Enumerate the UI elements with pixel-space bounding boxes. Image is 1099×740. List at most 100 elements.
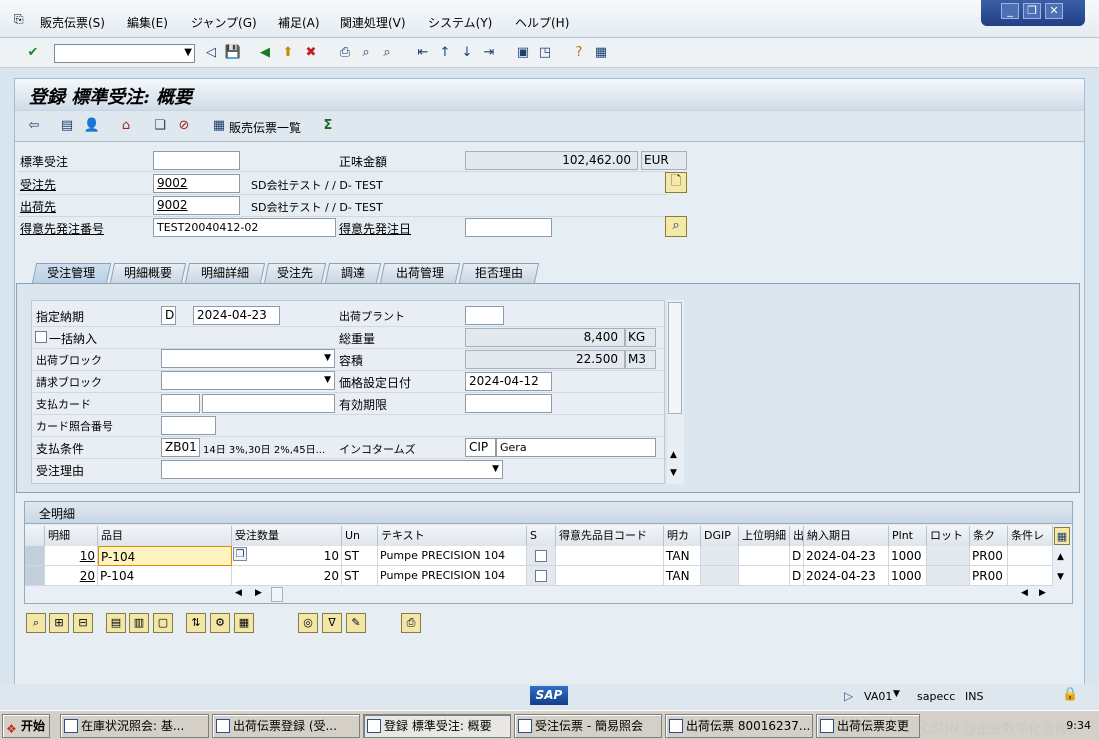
scroll-down-icon[interactable]: ▼ (670, 468, 677, 478)
col-delivery-date[interactable]: 納入期日 (804, 526, 889, 546)
cell-d[interactable]: D (790, 546, 804, 566)
detail-icon[interactable]: ⌕ (26, 613, 46, 633)
scroll-up-icon[interactable]: ▲ (670, 450, 677, 460)
cell-cond-rate[interactable] (1008, 566, 1053, 586)
ship-to-field[interactable]: 9002 (153, 196, 240, 215)
cell-cust-material[interactable] (556, 566, 664, 586)
cell-cust-material[interactable] (556, 546, 664, 566)
menu-edit[interactable]: 編集(E) (127, 14, 168, 31)
delivery-block-dropdown[interactable]: ▼ (161, 349, 335, 368)
menu-environment[interactable]: 関連処理(V) (340, 14, 406, 31)
col-plant[interactable]: Plnt (889, 526, 927, 546)
col-item-cat[interactable]: 明カ (664, 526, 701, 546)
find-next-icon[interactable]: ⌕ (378, 44, 396, 62)
start-button[interactable]: ❖ 开始 (2, 714, 50, 738)
header-icon[interactable]: ⇦ (25, 117, 43, 135)
print-icon[interactable]: ⎙ (336, 44, 354, 62)
chevron-down-icon[interactable]: ▼ (492, 464, 499, 474)
cell-cond-type[interactable]: PR00 (970, 546, 1008, 566)
copy-icon[interactable]: ❐ (233, 547, 247, 561)
col-item[interactable]: 明細 (45, 526, 98, 546)
scroll-up-icon[interactable]: ▲ (1057, 552, 1064, 562)
display-detail-icon[interactable]: ⌕ (665, 216, 687, 237)
enter-icon[interactable]: ✔ (24, 44, 42, 62)
cell-item-cat[interactable]: TAN (664, 546, 701, 566)
minimize-button[interactable]: _ (1001, 3, 1019, 19)
close-button[interactable]: ✕ (1045, 3, 1063, 19)
tab-sales[interactable]: 受注管理 (31, 263, 112, 284)
layout-icon[interactable]: ▦ (592, 44, 610, 62)
prev-page-icon[interactable]: ↑ (436, 44, 454, 62)
col-s[interactable]: S (527, 526, 556, 546)
tab-procurement[interactable]: 調達 (324, 263, 382, 283)
po-number-label[interactable]: 得意先発注番号 (20, 220, 104, 237)
ship-to-label[interactable]: 出荷先 (20, 198, 56, 215)
tab-ordering-party[interactable]: 受注先 (263, 263, 327, 283)
payment-card-field[interactable] (202, 394, 335, 413)
req-date-type-field[interactable]: D (161, 306, 176, 325)
col-quantity[interactable]: 受注数量 (232, 526, 342, 546)
cell-plant[interactable]: 1000 (889, 546, 927, 566)
payment-card-type-field[interactable] (161, 394, 200, 413)
cell-cond-rate[interactable] (1008, 546, 1053, 566)
chevron-down-icon[interactable]: ▼ (893, 689, 900, 699)
order-reason-dropdown[interactable]: ▼ (161, 460, 503, 479)
task-item[interactable]: 出荷伝票 80016237... (665, 714, 813, 738)
cell-item-cat[interactable]: TAN (664, 566, 701, 586)
doc-list-button[interactable]: 販売伝票一覧 (229, 119, 301, 136)
sold-to-label[interactable]: 受注先 (20, 176, 56, 193)
scroll-thumb[interactable] (668, 302, 682, 414)
cell-material[interactable]: P-104 (98, 546, 232, 566)
select-block-icon[interactable]: ▥ (129, 613, 149, 633)
chevron-down-icon[interactable]: ▼ (324, 375, 331, 385)
cell-d[interactable]: D (790, 566, 804, 586)
reject-icon[interactable]: ⊘ (175, 117, 193, 135)
pricing-date-field[interactable]: 2024-04-12 (465, 372, 552, 391)
back-icon[interactable]: ◀ (256, 44, 274, 62)
table-settings-icon[interactable]: ▦ (1054, 527, 1070, 545)
chevron-down-icon[interactable]: ▼ (184, 47, 192, 58)
sort-icon[interactable]: ⇅ (186, 613, 206, 633)
cell-quantity[interactable]: 10 (232, 546, 342, 566)
cell-item[interactable]: 10 (45, 546, 98, 566)
cell-quantity[interactable]: 20 (232, 566, 342, 586)
command-field[interactable]: ▼ (54, 44, 195, 63)
tab-item-overview[interactable]: 明細概要 (109, 263, 187, 283)
menu-goto[interactable]: ジャンプ(G) (191, 14, 257, 31)
first-page-icon[interactable]: ⇤ (414, 44, 432, 62)
col-d[interactable]: 出 (790, 526, 804, 546)
cell-higher-item[interactable] (739, 566, 790, 586)
edit-icon[interactable]: ✎ (346, 613, 366, 633)
chevron-down-icon[interactable]: ▼ (324, 353, 331, 363)
insert-row-icon[interactable]: ⊞ (49, 613, 69, 633)
col-higher-item[interactable]: 上位明細 (739, 526, 790, 546)
deselect-all-icon[interactable]: ▢ (153, 613, 173, 633)
exit-icon[interactable]: ⬆ (279, 44, 297, 62)
status-checkbox[interactable] (535, 550, 547, 562)
task-item[interactable]: 受注伝票 - 簡易照会 (514, 714, 662, 738)
task-item[interactable]: 在庫状況照会: 基... (60, 714, 209, 738)
restore-button[interactable]: ❐ (1023, 3, 1041, 19)
incoterms-place-field[interactable]: Gera (496, 438, 656, 457)
col-batch[interactable]: ロット (927, 526, 970, 546)
scroll-right-icon[interactable]: ▶ (1039, 588, 1046, 598)
task-item-active[interactable]: 登録 標準受注: 概要 (363, 714, 511, 738)
orders-icon[interactable]: ❏ (151, 117, 169, 135)
col-cond-rate[interactable]: 条件レ (1008, 526, 1053, 546)
partner-icon[interactable]: 👤 (83, 117, 101, 135)
pricing-icon[interactable]: ◎ (298, 613, 318, 633)
menu-extras[interactable]: 補足(A) (278, 14, 320, 31)
cell-cond-type[interactable]: PR00 (970, 566, 1008, 586)
cell-delivery-date[interactable]: 2024-04-23 (804, 566, 889, 586)
card-verification-field[interactable] (161, 416, 216, 435)
display-doc-icon[interactable]: ▤ (58, 117, 76, 135)
find-icon[interactable]: ⌕ (357, 44, 375, 62)
po-date-field[interactable] (465, 218, 552, 237)
row-selector[interactable] (25, 546, 45, 566)
tab-item-detail[interactable]: 明細詳細 (184, 263, 266, 283)
last-page-icon[interactable]: ⇥ (480, 44, 498, 62)
sold-to-field[interactable]: 9002 (153, 174, 240, 193)
valid-to-field[interactable] (465, 394, 552, 413)
billing-block-dropdown[interactable]: ▼ (161, 371, 335, 390)
back-arrow-icon[interactable]: ◁ (202, 44, 220, 62)
